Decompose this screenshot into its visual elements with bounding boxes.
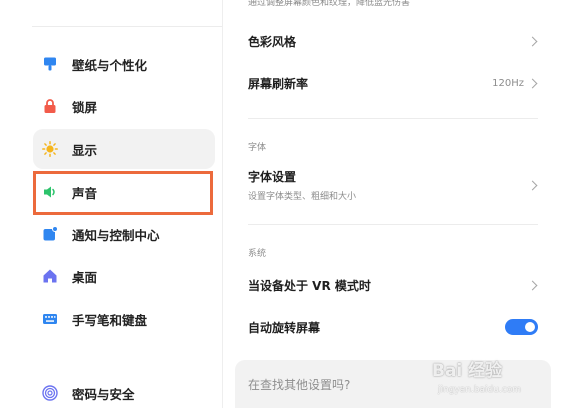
chevron-right-icon (527, 180, 538, 190)
sidebar-item-password-security[interactable]: 密码与安全 (33, 373, 215, 413)
sidebar-item-wallpaper[interactable]: 壁纸与个性化 (33, 44, 215, 84)
chevron-right-icon (527, 280, 538, 290)
refresh-rate-row[interactable]: 屏幕刷新率 120Hz (248, 72, 538, 94)
fingerprint-icon (42, 385, 58, 401)
chevron-right-icon (527, 36, 538, 46)
font-settings-row[interactable]: 字体设置 设置字体类型、粗细和大小 (248, 168, 538, 202)
sidebar-item-notifications[interactable]: 通知与控制中心 (33, 214, 215, 254)
lock-icon (42, 98, 58, 114)
sidebar-item-home-screen[interactable]: 桌面 (33, 256, 215, 296)
sun-icon (42, 141, 58, 157)
baidu-watermark-url: jingyan.baidu.com (438, 385, 522, 395)
sidebar-divider (32, 26, 222, 27)
eye-comfort-hint: 通过调整屏幕颜色和纹理，降低蓝光伤害 (248, 0, 411, 8)
sidebar-item-label: 手写笔和键盘 (72, 312, 148, 328)
wallpaper-icon (42, 56, 58, 72)
font-section-label: 字体 (248, 143, 267, 153)
toggle-knob (525, 322, 535, 332)
refresh-rate-value: 120Hz (492, 77, 524, 89)
display-settings-pane: 通过调整屏幕颜色和纹理，降低蓝光伤害 色彩风格 屏幕刷新率 120Hz 字体 字… (223, 0, 567, 408)
vr-mode-row[interactable]: 当设备处于 VR 模式时 (248, 274, 538, 296)
chevron-right-icon (527, 78, 538, 88)
auto-rotate-title: 自动旋转屏幕 (248, 320, 321, 335)
auto-rotate-toggle[interactable] (505, 319, 538, 335)
sidebar-item-label: 壁纸与个性化 (72, 57, 148, 73)
sidebar-item-label: 通知与控制中心 (72, 227, 160, 243)
highlight-annotation-box (33, 171, 213, 215)
refresh-rate-title: 屏幕刷新率 (248, 76, 309, 91)
font-settings-subtitle: 设置字体类型、粗细和大小 (248, 192, 357, 202)
baidu-watermark: Bai 经验 (432, 361, 503, 381)
font-settings-title: 字体设置 (248, 170, 297, 184)
vr-mode-title: 当设备处于 VR 模式时 (248, 278, 371, 293)
color-style-row[interactable]: 色彩风格 (248, 30, 538, 52)
sidebar-item-stylus-keyboard[interactable]: 手写笔和键盘 (33, 299, 215, 339)
settings-search-box[interactable]: 在查找其他设置吗? (235, 360, 551, 408)
sidebar-item-display[interactable]: 显示 (33, 129, 215, 169)
settings-sidebar: 壁纸与个性化 锁屏 显示 声音 通知与控制中心 桌面 手写笔和键盘 密码与安全 (0, 0, 222, 408)
search-placeholder: 在查找其他设置吗? (248, 377, 351, 392)
sidebar-item-label: 显示 (72, 142, 98, 158)
notification-icon (42, 226, 58, 242)
sidebar-item-label: 密码与安全 (72, 386, 135, 402)
section-divider (248, 224, 538, 225)
sidebar-item-label: 桌面 (72, 269, 98, 285)
sidebar-item-lockscreen[interactable]: 锁屏 (33, 86, 215, 126)
color-style-title: 色彩风格 (248, 34, 297, 49)
keyboard-icon (42, 311, 58, 327)
section-divider (248, 118, 538, 119)
auto-rotate-row: 自动旋转屏幕 (248, 316, 538, 338)
sidebar-item-label: 锁屏 (72, 99, 98, 115)
system-section-label: 系统 (248, 249, 267, 259)
home-icon (42, 268, 58, 284)
